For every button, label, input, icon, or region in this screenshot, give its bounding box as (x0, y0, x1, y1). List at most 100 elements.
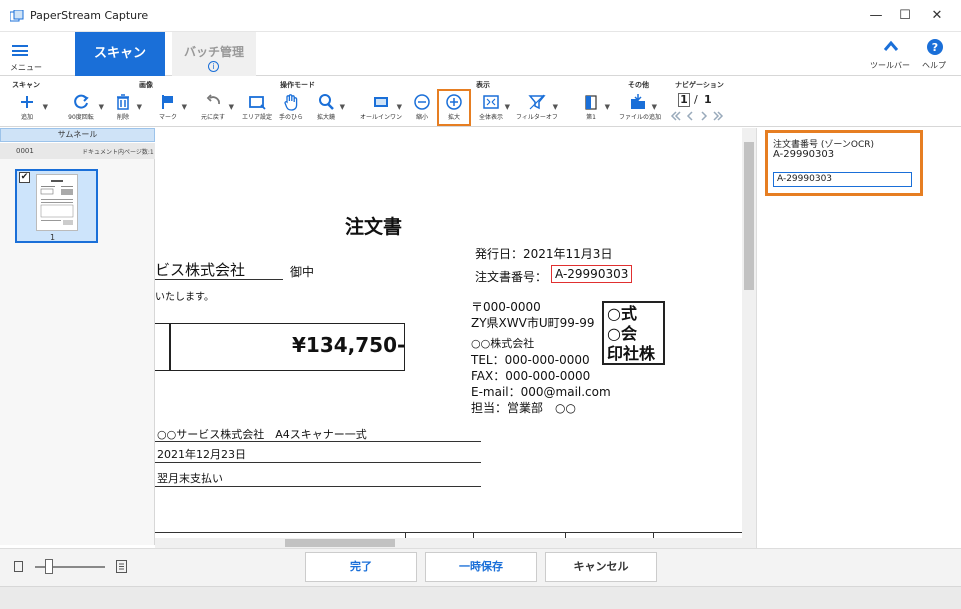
vertical-scroll-thumb[interactable] (744, 142, 754, 290)
tab-batch[interactable]: バッチ管理 i (172, 32, 256, 76)
row-line-3 (155, 486, 481, 487)
cancel-button[interactable]: キャンセル (545, 552, 657, 582)
item-description: ○○サービス株式会社 A4スキャナー一式 (157, 428, 367, 441)
help-button[interactable]: ? ヘルプ (912, 38, 956, 70)
file-add-button[interactable]: ▼ ファイルの追加 (619, 91, 661, 123)
zoom-out-button[interactable]: 縮小 (409, 91, 435, 123)
trash-icon (117, 94, 129, 110)
toolbar-label: ツールバー (870, 61, 910, 70)
filter-off-button[interactable]: ▼ フィルターオフ (516, 91, 558, 123)
hand-button[interactable]: 手のひら (278, 91, 304, 123)
rotate-label: 90度回転 (68, 114, 94, 121)
area-button[interactable]: エリア設定 (242, 91, 272, 123)
filter-off-label: フィルターオフ (516, 114, 558, 121)
flag-icon (162, 95, 173, 109)
page-thumbnail[interactable] (36, 174, 78, 231)
group-display-label: 表示 (476, 81, 490, 89)
customer-underline (155, 279, 283, 280)
tab-scan[interactable]: スキャン (75, 32, 165, 76)
order-number-ocr-zone[interactable]: A-29990303 (551, 265, 633, 283)
page-side-icon (585, 95, 597, 110)
company-name: ○○株式会社 (471, 337, 535, 350)
menu-label: メニュー (10, 63, 42, 72)
document-heading: 注文書 (345, 216, 403, 238)
thumbnail-checkbox[interactable]: ✔ (19, 172, 30, 183)
magnifier-dropdown-icon[interactable]: ▼ (340, 103, 345, 111)
save-button[interactable]: 一時保存 (425, 552, 537, 582)
total-amount: ¥134,750- (292, 333, 406, 357)
row-line-1 (155, 441, 481, 442)
customer-name: ビス株式会社 (155, 261, 246, 279)
greeting-text: いたします。 (155, 292, 214, 303)
zoom-in-highlight (437, 89, 471, 126)
thumbnail-page-number: 1 (50, 233, 56, 242)
first-page-icon[interactable] (670, 111, 681, 121)
file-add-label: ファイルの追加 (619, 114, 662, 121)
all-in-one-label: オールインワン (360, 114, 403, 121)
row-line-2 (155, 462, 481, 463)
add-button[interactable]: ▼ 追加 (12, 91, 48, 123)
maximize-button[interactable]: ☐ (893, 6, 917, 26)
page-nav-arrows (670, 111, 724, 121)
all-in-one-button[interactable]: ▼ オールインワン (360, 91, 402, 123)
all-in-one-dropdown-icon[interactable]: ▼ (397, 103, 402, 111)
first-label: 第1 (586, 114, 596, 121)
large-page-icon (116, 560, 127, 573)
close-button[interactable]: ✕ (925, 6, 949, 26)
rotate-dropdown-icon[interactable]: ▼ (99, 103, 104, 111)
thumbnail-header: サムネール (0, 128, 155, 142)
page-number-input[interactable]: 1 (678, 93, 690, 107)
file-add-icon (631, 94, 645, 109)
document-view[interactable]: 注文書 ビス株式会社 御中 いたします。 ¥134,750- 発行日：2021年… (155, 128, 742, 540)
first-button[interactable]: ▼ 第1 (578, 91, 610, 123)
undo-label: 元に戻す (200, 114, 225, 121)
last-page-icon[interactable] (713, 111, 724, 121)
mark-dropdown-icon[interactable]: ▼ (182, 103, 187, 111)
horizontal-scrollbar[interactable] (155, 538, 742, 548)
fit-all-dropdown-icon[interactable]: ▼ (505, 103, 510, 111)
first-dropdown-icon[interactable]: ▼ (605, 103, 610, 111)
delete-label: 削除 (116, 114, 129, 121)
add-page-icon (21, 96, 33, 108)
tab-batch-label: バッチ管理 (183, 45, 244, 59)
done-button[interactable]: 完了 (305, 552, 417, 582)
telephone: TEL：000-000-0000 (471, 353, 590, 367)
fit-all-button[interactable]: ▼ 全体表示 (478, 91, 510, 123)
issue-date: 発行日：2021年11月3日 (475, 247, 613, 261)
amount-divider (169, 323, 171, 371)
toolbar-toggle-button[interactable]: ツールバー (868, 38, 912, 70)
rotate-button[interactable]: ▼ 90度回転 (64, 91, 104, 123)
next-page-icon[interactable] (701, 111, 708, 121)
group-image-label: 画像 (139, 81, 153, 89)
delivery-date: 2021年12月23日 (157, 448, 246, 461)
prev-page-icon[interactable] (686, 111, 693, 121)
group-navigation-label: ナビゲーション (675, 81, 724, 89)
slider-handle[interactable] (45, 559, 53, 574)
horizontal-scroll-thumb[interactable] (285, 539, 395, 547)
delete-button[interactable]: ▼ 削除 (110, 91, 142, 123)
mark-label: マーク (158, 114, 177, 121)
magnifier-button[interactable]: ▼ 拡大鏡 (313, 91, 345, 123)
rotate-icon (74, 94, 89, 109)
order-number-label: 注文書番号： (475, 270, 548, 284)
status-bar (0, 586, 961, 609)
help-icon: ? (927, 39, 943, 55)
add-dropdown-icon[interactable]: ▼ (43, 103, 48, 111)
filter-dropdown-icon[interactable]: ▼ (553, 103, 558, 111)
group-other-label: その他 (628, 81, 649, 89)
file-add-dropdown-icon[interactable]: ▼ (652, 103, 657, 111)
undo-dropdown-icon[interactable]: ▼ (229, 103, 234, 111)
magnifier-label: 拡大鏡 (316, 114, 335, 121)
ocr-field-input[interactable]: A-29990303 (773, 172, 912, 187)
mark-button[interactable]: ▼ マーク (155, 91, 187, 123)
svg-text:?: ? (932, 41, 938, 54)
help-label: ヘルプ (922, 61, 946, 70)
small-page-icon (14, 561, 23, 572)
address: ZY県XWV市U町99-99 (471, 316, 595, 330)
undo-button[interactable]: ▼ 元に戻す (198, 91, 234, 123)
delete-dropdown-icon[interactable]: ▼ (137, 103, 142, 111)
chevron-up-icon (883, 40, 899, 51)
document-row[interactable]: 0001 ドキュメント内ページ数:1 (0, 143, 155, 159)
minimize-button[interactable]: — (864, 6, 888, 26)
menu-button[interactable]: メニュー (10, 42, 42, 74)
